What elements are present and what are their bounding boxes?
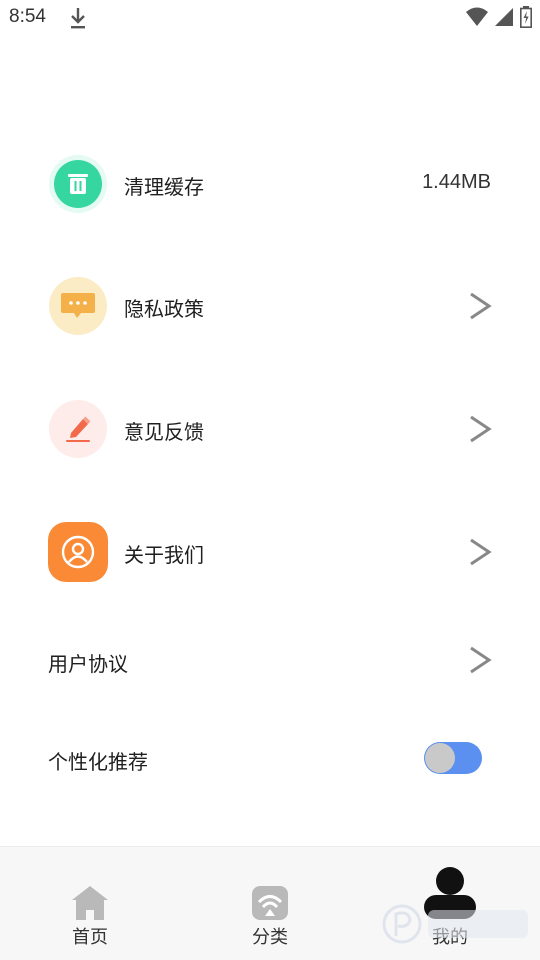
- nav-category[interactable]: 分类: [210, 847, 330, 960]
- feedback-label: 意见反馈: [124, 420, 204, 444]
- personalized-toggle[interactable]: [424, 742, 482, 774]
- personalized-label: 个性化推荐: [48, 750, 148, 774]
- nav-home-label: 首页: [72, 927, 108, 948]
- chevron-right-icon: [470, 538, 492, 566]
- about-us-label: 关于我们: [124, 543, 204, 567]
- pen-icon: [66, 416, 91, 442]
- privacy-policy-row[interactable]: 隐私政策: [0, 277, 540, 335]
- watermark-logo: [382, 904, 528, 944]
- user-circle-icon: [61, 535, 95, 569]
- battery-icon: [520, 6, 532, 28]
- home-icon: [72, 886, 108, 920]
- privacy-icon-bg: [49, 277, 107, 335]
- status-time: 8:54: [9, 6, 46, 27]
- about-us-row[interactable]: 关于我们: [0, 522, 540, 582]
- category-icon: [252, 886, 288, 920]
- about-icon-bg: [48, 522, 108, 582]
- chevron-right-icon: [470, 292, 492, 320]
- cache-size-value: 1.44MB: [422, 171, 491, 193]
- nav-home[interactable]: 首页: [30, 847, 150, 960]
- clear-cache-icon-bg: [49, 155, 107, 213]
- status-icons: [466, 6, 532, 28]
- download-icon: [71, 8, 85, 29]
- signal-icon: [495, 8, 513, 26]
- user-agreement-row[interactable]: 用户协议: [0, 642, 540, 678]
- clear-cache-label: 清理缓存: [124, 175, 204, 199]
- privacy-policy-label: 隐私政策: [124, 297, 204, 321]
- wifi-icon: [466, 7, 488, 26]
- chevron-right-icon: [470, 415, 492, 443]
- nav-category-label: 分类: [252, 927, 288, 948]
- trash-icon: [54, 160, 102, 208]
- toggle-knob: [425, 743, 455, 773]
- status-bar: 8:54: [0, 0, 540, 36]
- chat-icon: [61, 293, 95, 318]
- chevron-right-icon: [470, 646, 492, 674]
- user-agreement-label: 用户协议: [48, 652, 128, 676]
- feedback-icon-bg: [49, 400, 107, 458]
- feedback-row[interactable]: 意见反馈: [0, 400, 540, 458]
- clear-cache-row[interactable]: 清理缓存 1.44MB: [0, 155, 540, 213]
